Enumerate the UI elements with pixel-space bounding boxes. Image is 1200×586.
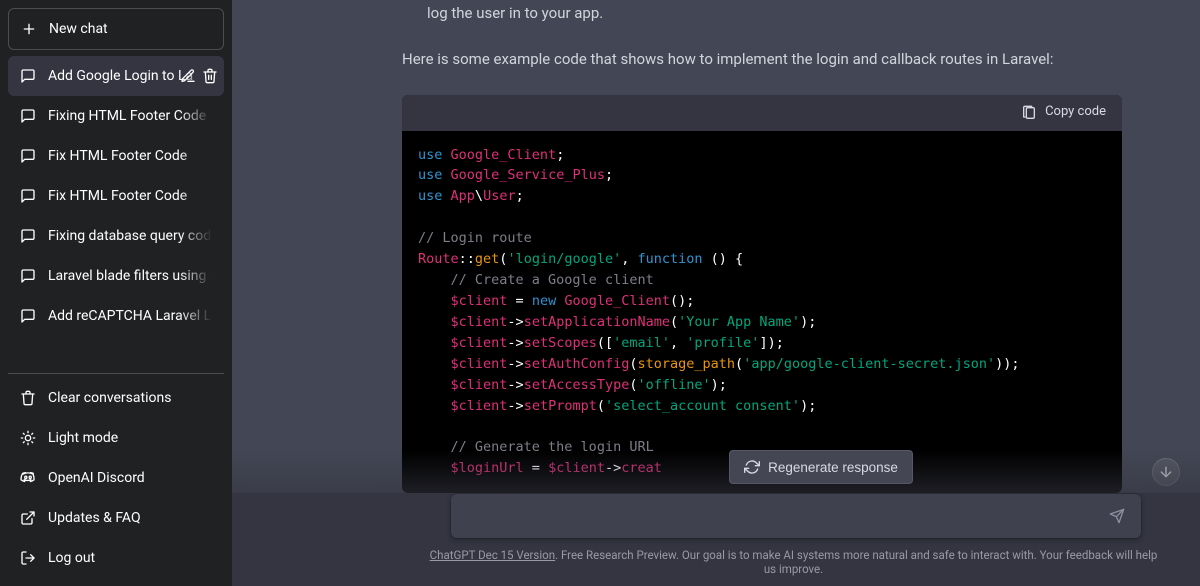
regenerate-label: Regenerate response: [768, 460, 898, 475]
log-out-button[interactable]: Log out: [8, 538, 224, 578]
sidebar-footer: Clear conversations Light mode OpenAI Di…: [8, 373, 224, 578]
new-chat-button[interactable]: New chat: [8, 8, 224, 50]
message-input[interactable]: [465, 504, 1107, 528]
external-link-icon: [20, 510, 36, 526]
assistant-text-line: log the user in to your app.: [402, 0, 1122, 32]
code-block: Copy code use Google_Client; use Google_…: [402, 95, 1122, 494]
message-input-row[interactable]: [451, 494, 1141, 538]
refresh-icon: [744, 459, 760, 475]
message-icon: [20, 188, 36, 204]
regenerate-button[interactable]: Regenerate response: [729, 450, 913, 484]
footer-label: Updates & FAQ: [48, 510, 141, 526]
footer-label: Light mode: [48, 430, 118, 446]
assistant-message: log the user in to your app. Here is som…: [232, 0, 1200, 493]
code-header: Copy code: [402, 95, 1122, 131]
clear-conversations-button[interactable]: Clear conversations: [8, 378, 224, 418]
code-body: use Google_Client; use Google_Service_Pl…: [402, 131, 1122, 494]
footer-disclaimer: ChatGPT Dec 15 Version. Free Research Pr…: [427, 548, 1160, 576]
send-button[interactable]: [1107, 506, 1127, 526]
conversation-label: Add reCAPTCHA Laravel Login: [48, 308, 212, 324]
conversation-item[interactable]: Fix HTML Footer Code: [8, 136, 224, 176]
footer-label: Clear conversations: [48, 390, 171, 406]
conversation-item[interactable]: Add Google Login to La: [8, 56, 224, 96]
message-icon: [20, 268, 36, 284]
conversation-item[interactable]: Fixing HTML Footer Code: [8, 96, 224, 136]
version-link[interactable]: ChatGPT Dec 15 Version: [430, 548, 555, 562]
conversation-label: Fix HTML Footer Code: [48, 188, 212, 204]
light-mode-button[interactable]: Light mode: [8, 418, 224, 458]
input-area: Regenerate response ChatGPT Dec 15 Versi…: [232, 450, 1200, 586]
footer-label: OpenAI Discord: [48, 470, 145, 486]
conversation-label: Laravel blade filters using Java: [48, 268, 212, 284]
send-icon: [1109, 508, 1125, 524]
conversation-item[interactable]: Laravel blade filters using Java: [8, 256, 224, 296]
plus-icon: [21, 21, 37, 37]
conversation-list: Add Google Login to La Fixing HTML Foote…: [8, 56, 224, 373]
message-icon: [20, 308, 36, 324]
disclaimer-text: . Free Research Preview. Our goal is to …: [555, 548, 1157, 576]
conversation-label: Fixing HTML Footer Code: [48, 108, 212, 124]
message-icon: [20, 148, 36, 164]
message-icon: [20, 68, 36, 84]
trash-icon: [20, 390, 36, 406]
conversation-label: Fixing database query code: [48, 228, 212, 244]
logout-icon: [20, 550, 36, 566]
message-icon: [20, 108, 36, 124]
conversation-item[interactable]: Add reCAPTCHA Laravel Login: [8, 296, 224, 336]
main-area: log the user in to your app. Here is som…: [232, 0, 1200, 586]
conversation-label: Fix HTML Footer Code: [48, 148, 212, 164]
discord-icon: [20, 470, 36, 486]
message-icon: [20, 228, 36, 244]
conversation-actions: [180, 68, 218, 84]
discord-button[interactable]: OpenAI Discord: [8, 458, 224, 498]
conversation-item[interactable]: Fix HTML Footer Code: [8, 176, 224, 216]
edit-icon[interactable]: [180, 68, 196, 84]
new-chat-label: New chat: [49, 21, 108, 37]
assistant-paragraph: Here is some example code that shows how…: [402, 32, 1122, 86]
updates-faq-button[interactable]: Updates & FAQ: [8, 498, 224, 538]
copy-code-label: Copy code: [1045, 101, 1106, 124]
sun-icon: [20, 430, 36, 446]
sidebar: New chat Add Google Login to La Fixing H…: [0, 0, 232, 586]
copy-code-button[interactable]: Copy code: [1021, 101, 1106, 124]
clipboard-icon: [1021, 105, 1037, 121]
trash-icon[interactable]: [202, 68, 218, 84]
conversation-item[interactable]: Fixing database query code: [8, 216, 224, 256]
footer-label: Log out: [48, 550, 95, 566]
